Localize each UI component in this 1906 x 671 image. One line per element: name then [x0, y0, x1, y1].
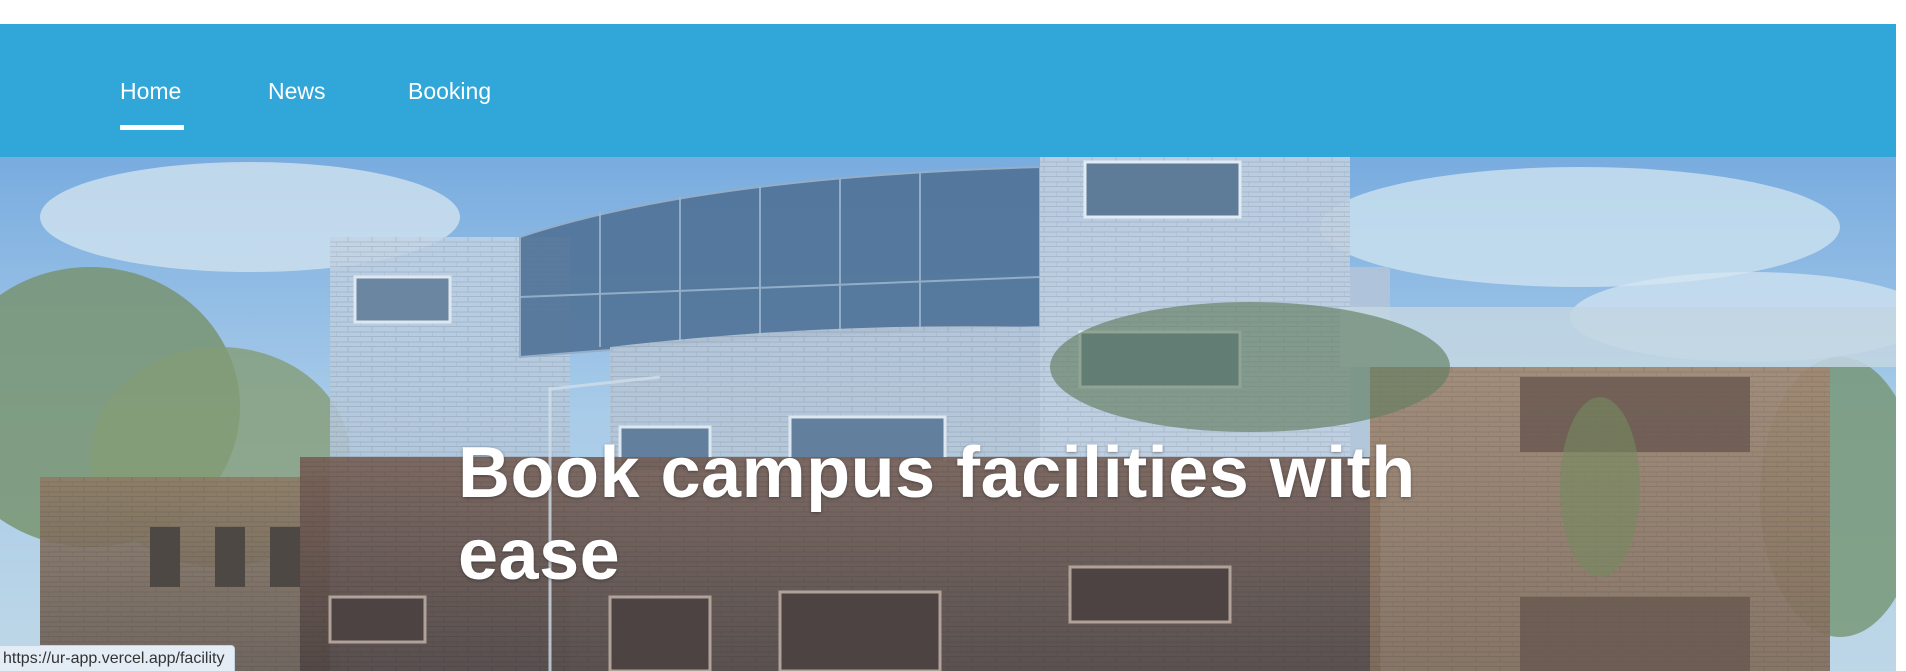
hero-title: Book campus facilities with ease — [458, 432, 1458, 596]
browser-status-bar-url: https://ur-app.vercel.app/facility — [0, 645, 236, 671]
top-navbar: Home News Booking — [0, 24, 1896, 157]
nav-item-news[interactable]: News — [268, 76, 326, 106]
top-gap — [0, 0, 1906, 24]
active-nav-underline — [120, 125, 184, 130]
nav-item-home[interactable]: Home — [120, 76, 181, 106]
hero-title-line-1: Book campus facilities with — [458, 433, 1416, 513]
hero-title-line-2: ease — [458, 515, 621, 595]
page: Home News Booking Book campus facilities… — [0, 0, 1906, 671]
nav-item-booking[interactable]: Booking — [408, 76, 491, 106]
hero-section: Book campus facilities with ease — [0, 157, 1896, 671]
right-page-edge — [1896, 24, 1906, 671]
